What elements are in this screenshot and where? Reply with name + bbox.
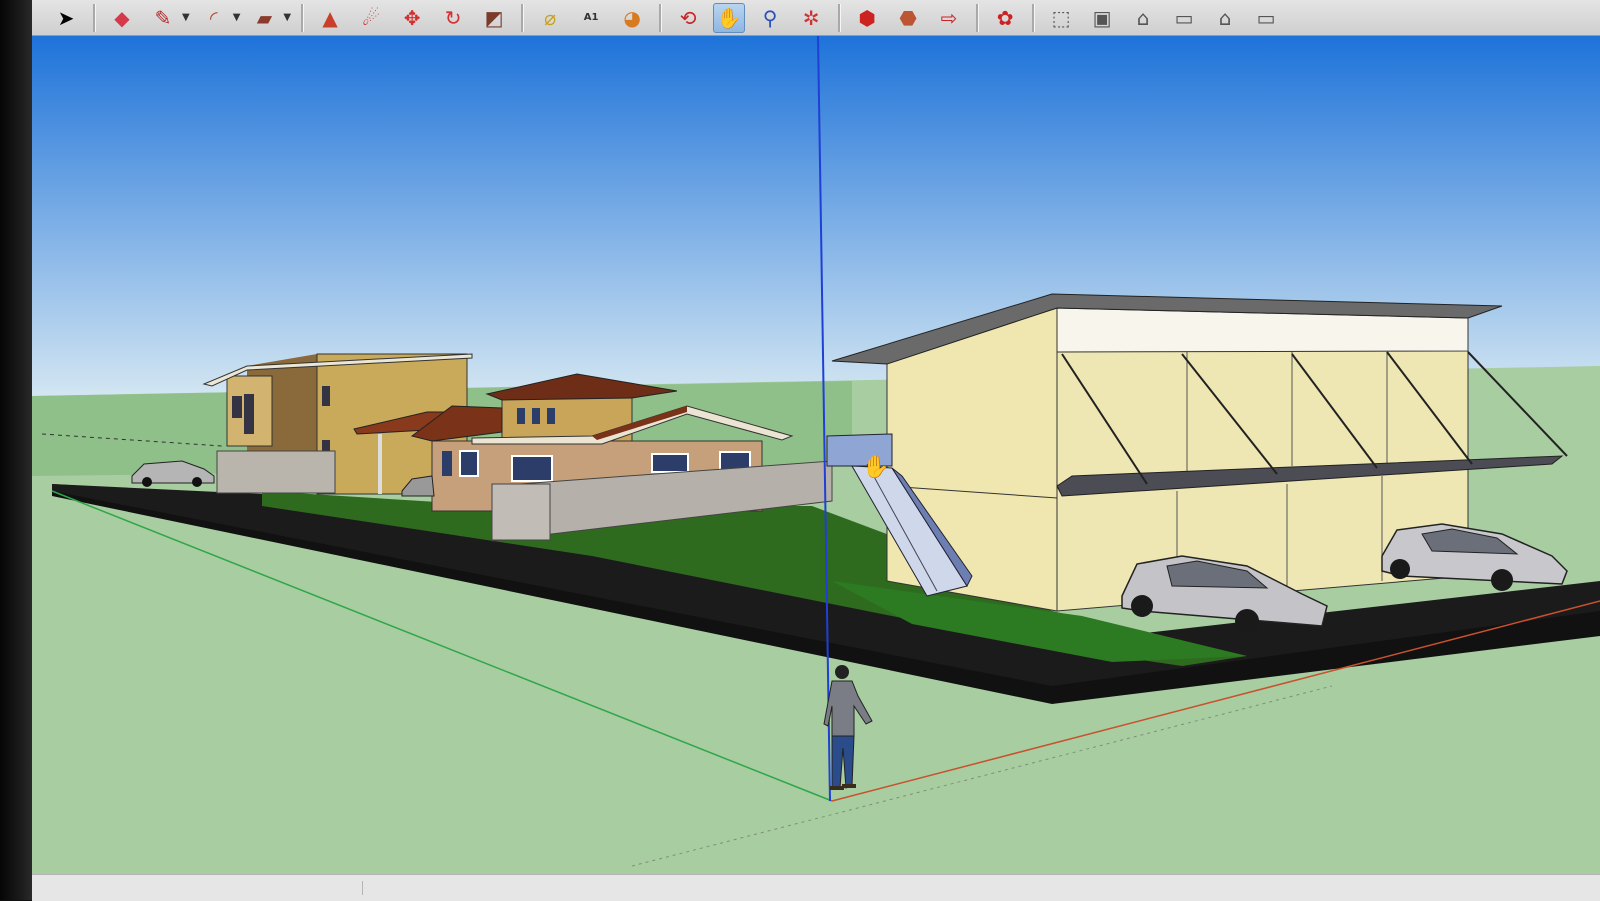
rotate-icon: ↻ (444, 5, 462, 30)
top-view-icon: ▣ (1092, 5, 1112, 30)
status-divider (362, 881, 363, 895)
back-view-icon: ⌂ (1218, 5, 1232, 30)
toolbar-separator (976, 3, 980, 32)
top-view-button[interactable]: ▣ (1086, 3, 1118, 33)
window (651, 453, 689, 473)
push-pull-icon: ▲ (322, 5, 338, 30)
components-button[interactable]: ⬣ (892, 3, 924, 33)
paint-bucket-tool-button[interactable]: ◕ (616, 3, 648, 33)
arc-tool-button[interactable]: ◜ (198, 3, 230, 33)
window (517, 408, 525, 424)
pan-hand-cursor-icon: ✋ (862, 454, 889, 480)
zoom-extents-tool-button[interactable]: ✲ (795, 3, 827, 33)
rectangle-tool-dropdown[interactable]: ▼ (283, 12, 291, 23)
eraser-tool-button[interactable]: ◆ (106, 3, 138, 33)
push-pull-tool-button[interactable]: ▲ (314, 3, 346, 33)
arc-icon: ◜ (209, 5, 218, 30)
rotate-tool-button[interactable]: ↻ (437, 3, 469, 33)
arrow-cursor-icon: ➤ (57, 5, 75, 30)
main-toolbar: ➤ ◆ ✎ ▼ ◜ ▼ ▰ ▼ ▲ ☄ ✥ ↻ ◩ ⌀ A1 ◕ ⟲ ✋ ⚲ ✲… (32, 0, 1600, 36)
right-view-button[interactable]: ▭ (1168, 3, 1200, 33)
orbit-icon: ⟲ (679, 5, 697, 30)
drawing-viewport[interactable]: ✋ (32, 36, 1600, 874)
window (232, 396, 242, 418)
share-model-button[interactable]: ⇨ (933, 3, 965, 33)
warehouse-button[interactable]: ⬢ (851, 3, 883, 33)
share-model-icon: ⇨ (940, 5, 958, 30)
iso-view-button[interactable]: ⬚ (1045, 3, 1077, 33)
back-view-button[interactable]: ⌂ (1209, 3, 1241, 33)
iso-view-icon: ⬚ (1051, 5, 1071, 30)
toolbar-separator (838, 3, 842, 32)
front-view-icon: ⌂ (1136, 5, 1150, 30)
eraser-icon: ◆ (114, 5, 130, 30)
window (547, 408, 555, 424)
line-tool-button[interactable]: ✎ (147, 3, 179, 33)
components-icon: ⬣ (899, 5, 917, 30)
move-tool-button[interactable]: ✥ (396, 3, 428, 33)
extension-warehouse-button[interactable]: ✿ (989, 3, 1021, 33)
zoom-tool-button[interactable]: ⚲ (754, 3, 786, 33)
window (244, 394, 254, 434)
left-view-icon: ▭ (1256, 5, 1276, 30)
wall-pillar (491, 483, 551, 541)
status-bar (32, 874, 1600, 901)
window (459, 450, 479, 477)
window (511, 455, 553, 482)
pencil-icon: ✎ (154, 5, 172, 30)
zoom-icon: ⚲ (762, 5, 778, 30)
toolbar-separator (659, 3, 663, 32)
rectangle-icon: ▰ (256, 5, 273, 30)
move-icon: ✥ (403, 5, 421, 30)
front-view-button[interactable]: ⌂ (1127, 3, 1159, 33)
text-icon: A1 (583, 11, 599, 23)
window (442, 451, 452, 476)
pan-tool-button[interactable]: ✋ (713, 2, 746, 33)
tape-measure-tool-button[interactable]: ⌀ (534, 3, 566, 33)
right-view-icon: ▭ (1174, 5, 1194, 30)
monitor-bezel (0, 0, 32, 900)
toolbar-separator (1032, 3, 1036, 32)
toolbar-separator (521, 3, 525, 32)
rectangle-tool-button[interactable]: ▰ (248, 3, 280, 33)
orbit-tool-button[interactable]: ⟲ (672, 3, 704, 33)
paint-bucket-icon: ◕ (623, 5, 641, 30)
extension-warehouse-icon: ✿ (996, 5, 1014, 30)
follow-me-tool-button[interactable]: ☄ (355, 3, 387, 33)
left-view-button[interactable]: ▭ (1250, 3, 1282, 33)
zoom-extents-icon: ✲ (802, 5, 820, 30)
window (532, 408, 540, 424)
pan-hand-icon: ✋ (716, 5, 742, 30)
warehouse-icon: ⬢ (858, 5, 876, 30)
toolbar-separator (93, 3, 96, 32)
tape-measure-icon: ⌀ (544, 5, 557, 30)
line-tool-dropdown[interactable]: ▼ (182, 12, 190, 23)
scale-tool-button[interactable]: ◩ (478, 3, 510, 33)
window (322, 386, 330, 406)
arc-tool-dropdown[interactable]: ▼ (233, 12, 241, 23)
scale-icon: ◩ (484, 5, 504, 30)
select-tool-button[interactable]: ➤ (50, 3, 82, 33)
follow-me-icon: ☄ (362, 5, 381, 30)
back-wall (216, 450, 336, 494)
toolbar-separator (301, 3, 305, 32)
text-tool-button[interactable]: A1 (575, 3, 607, 33)
